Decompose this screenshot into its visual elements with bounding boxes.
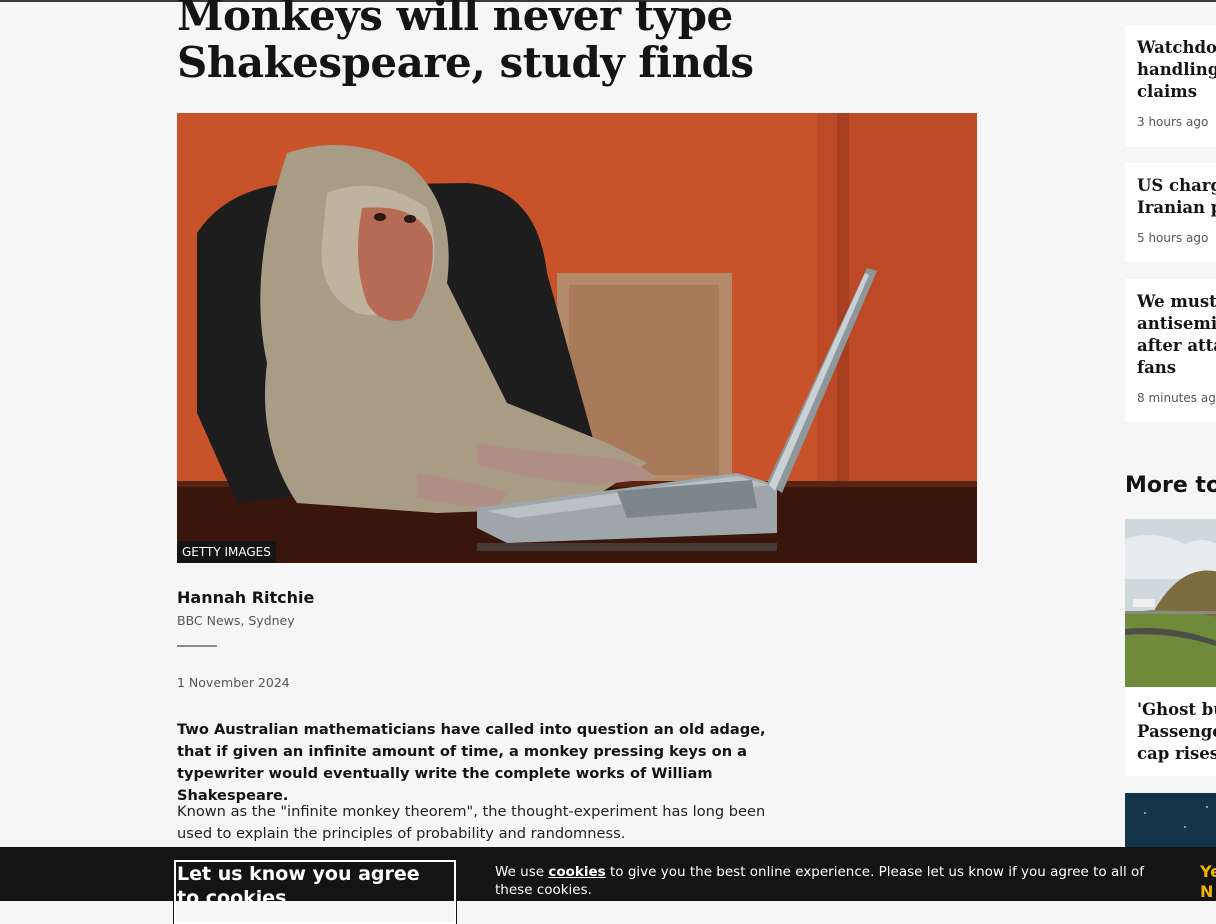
top-story-card[interactable]: US charg Iranian p 5 hours ago [1125,163,1216,262]
night-sky-photo [1125,793,1216,853]
article-paragraph: Known as the "infinite monkey theorem", … [177,803,766,842]
byline-divider [177,645,217,647]
cookie-text-before: We use [495,864,549,880]
top-story-title[interactable]: We must antisemit after atta fans [1137,291,1216,379]
article-date: 1 November 2024 [177,675,290,690]
baboon-laptop-photo [177,113,977,563]
more-story-image-2[interactable] [1125,793,1216,853]
more-section-heading: More to [1125,473,1216,498]
author-role: BBC News, Sydney [177,613,295,628]
top-story-title[interactable]: Watchdog handling claims [1137,37,1216,103]
top-story-time: 8 minutes ago [1137,391,1216,405]
article-headline: Monkeys will never type Shakespeare, stu… [177,0,754,87]
cookie-yes-label[interactable]: Ye [1200,862,1216,882]
cookie-no-label[interactable]: N [1200,882,1216,902]
cookie-accept-button[interactable]: Ye N [1200,862,1216,902]
more-story-title[interactable]: 'Ghost bu Passenge cap rises [1137,699,1216,765]
top-story-title[interactable]: US charg Iranian p [1137,175,1216,219]
cookie-banner-text: We use cookies to give you the best onli… [495,863,1155,899]
article-lede: Two Australian mathematicians have calle… [177,721,766,804]
top-story-card[interactable]: Watchdog handling claims 3 hours ago [1125,25,1216,147]
top-story-card[interactable]: We must antisemit after atta fans 8 minu… [1125,279,1216,422]
valley-photo [1125,519,1216,687]
more-story-card[interactable]: 'Ghost bu Passenge cap rises [1125,687,1216,776]
top-story-time: 5 hours ago [1137,231,1209,245]
cookie-banner-title: Let us know you agree to cookies [177,863,420,909]
article-hero-image: GETTY IMAGES [177,113,977,563]
more-story-image[interactable] [1125,519,1216,687]
image-credit: GETTY IMAGES [177,541,276,563]
cookies-link[interactable]: cookies [548,864,605,880]
top-story-time: 3 hours ago [1137,115,1209,129]
author-name[interactable]: Hannah Ritchie [177,588,314,607]
